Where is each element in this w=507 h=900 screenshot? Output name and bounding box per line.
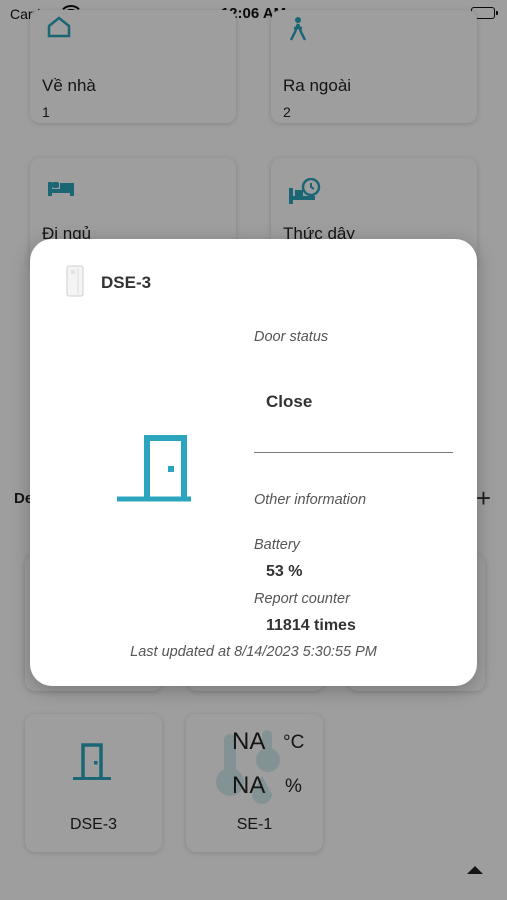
door-icon [116, 435, 192, 510]
dialog-device-name: DSE-3 [101, 273, 152, 292]
last-updated-text: Last updated at 8/14/2023 5:30:55 PM [130, 644, 377, 660]
door-status-label: Door status [254, 329, 329, 345]
device-detail-dialog: DSE-3 Door status Close Other informatio… [30, 239, 477, 686]
report-counter-value: 11814 times [266, 617, 356, 634]
divider [254, 452, 453, 453]
door-sensor-icon [66, 265, 84, 302]
other-info-label: Other information [254, 492, 367, 508]
battery-value: 53 % [266, 563, 303, 580]
battery-label: Battery [254, 537, 300, 553]
report-counter-label: Report counter [254, 591, 350, 607]
door-status-value: Close [266, 392, 313, 411]
